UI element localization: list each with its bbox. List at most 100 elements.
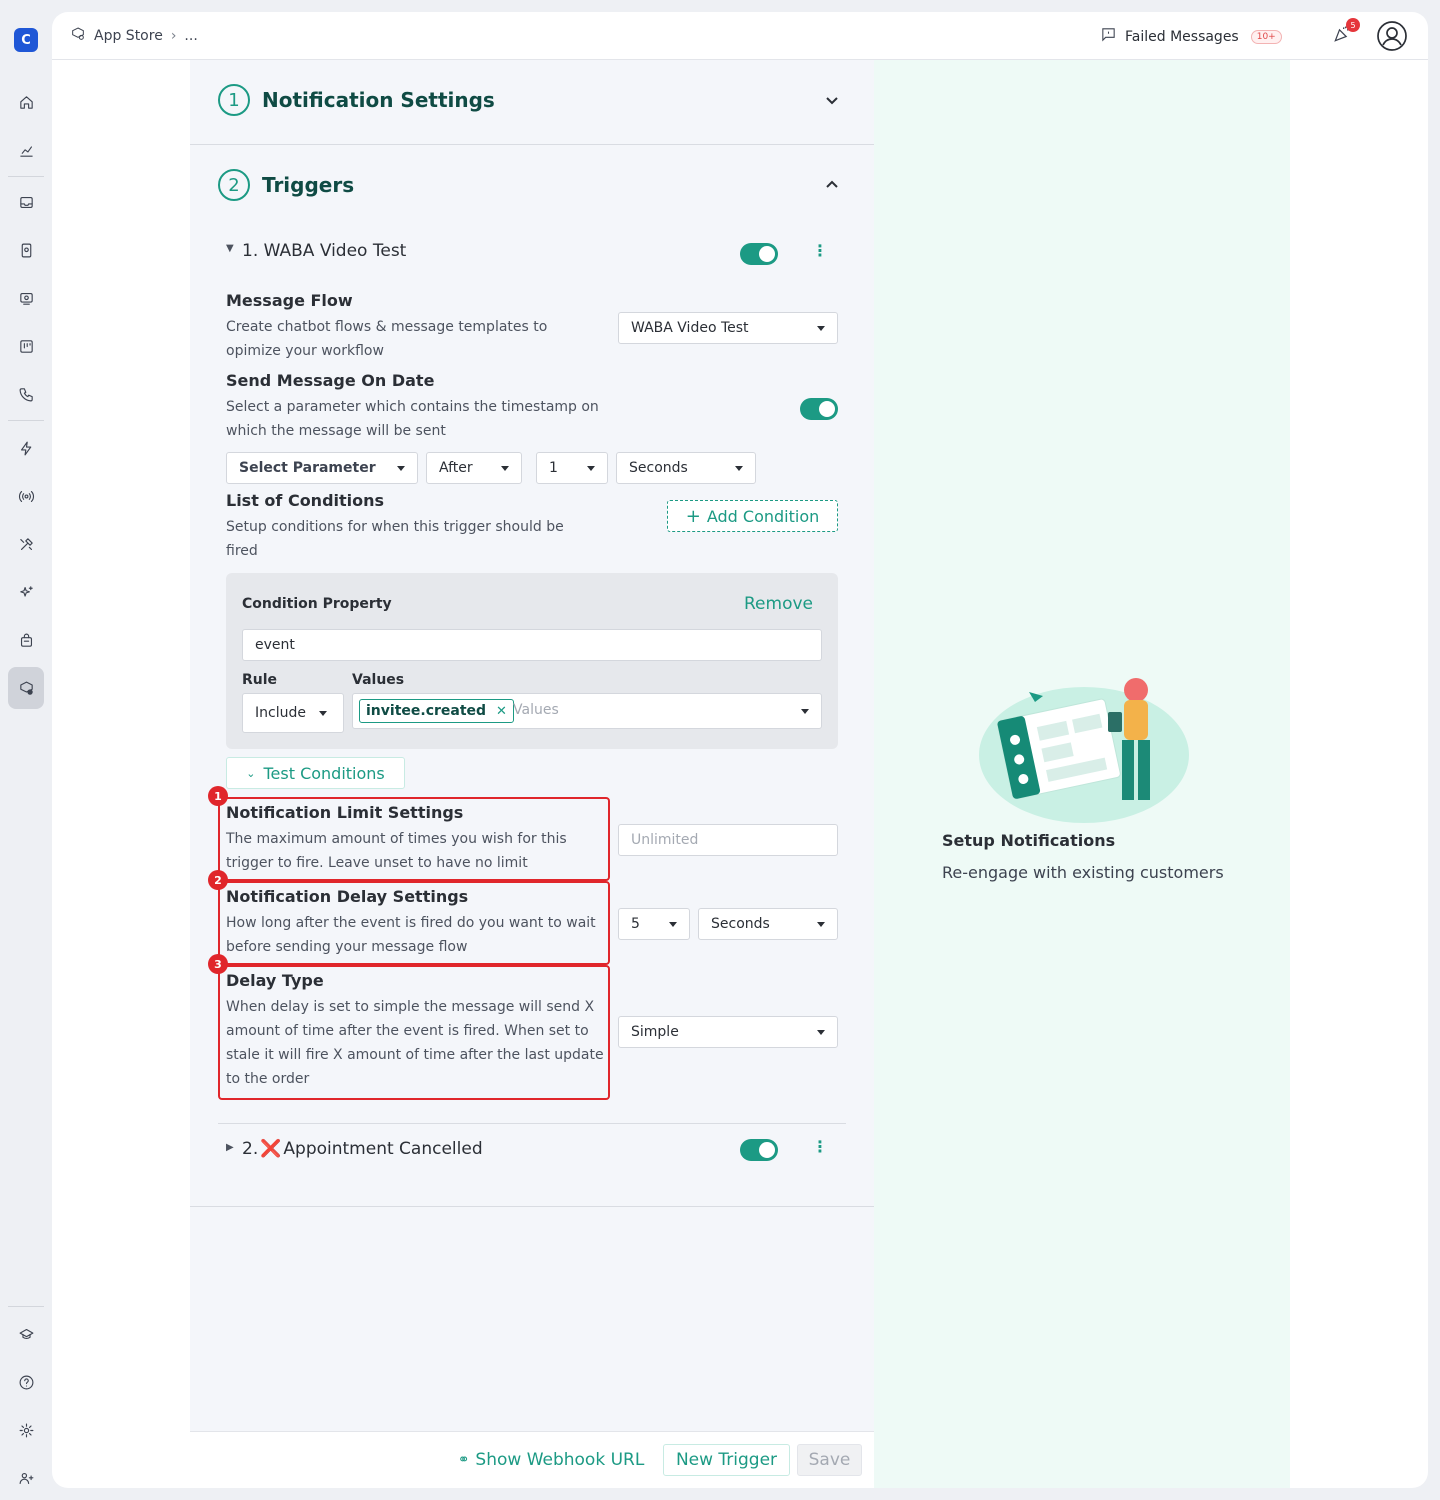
caret-down-icon — [501, 466, 509, 471]
contacts-icon[interactable] — [10, 234, 42, 266]
amount-dropdown[interactable]: 1 — [536, 452, 608, 484]
automation-icon[interactable] — [10, 432, 42, 464]
show-webhook-url-button[interactable]: ⚭ Show Webhook URL — [456, 1444, 646, 1476]
caret-down-icon — [735, 466, 743, 471]
setup-notifications-subtitle: Re-engage with existing customers — [942, 863, 1224, 882]
add-condition-button[interactable]: + Add Condition — [667, 500, 838, 532]
caret-down-icon — [319, 711, 327, 716]
ai-sparkle-icon[interactable] — [10, 576, 42, 608]
remove-condition-link[interactable]: Remove — [744, 594, 813, 614]
amount-value: 1 — [549, 460, 558, 476]
chevron-down-icon: ⌄ — [246, 766, 256, 780]
values-multiselect[interactable]: invitee.created ✕ Values — [352, 693, 822, 729]
message-flow-select[interactable]: WABA Video Test — [618, 312, 838, 344]
caret-down-icon[interactable]: ▼ — [226, 243, 234, 254]
trigger-1-toggle[interactable] — [740, 243, 778, 265]
trigger-2-title-row[interactable]: 2. ❌ Appointment Cancelled — [242, 1139, 483, 1159]
top-bar: App Store › ... Failed Messages 10+ 5 — [52, 12, 1428, 60]
announcements-button[interactable]: 5 — [1332, 18, 1360, 46]
failed-messages-label: Failed Messages — [1125, 28, 1239, 45]
send-on-date-toggle[interactable] — [800, 398, 838, 420]
settings-gear-icon[interactable] — [10, 1414, 42, 1446]
help-icon[interactable] — [10, 1366, 42, 1398]
test-conditions-button[interactable]: ⌄ Test Conditions — [226, 757, 405, 789]
setup-notifications-title: Setup Notifications — [942, 831, 1116, 850]
message-alert-icon — [1100, 26, 1117, 47]
delay-type-value: Simple — [631, 1024, 679, 1040]
tools-icon[interactable] — [10, 528, 42, 560]
triggers-section: 2 Triggers ▼ 1. WABA Video Test ⋮ Messag… — [190, 145, 874, 1207]
chevron-down-icon[interactable] — [824, 92, 840, 108]
trigger-1-more-icon[interactable]: ⋮ — [812, 241, 828, 260]
caret-down-icon — [801, 709, 809, 714]
app-store-icon[interactable] — [8, 667, 44, 709]
new-trigger-button[interactable]: New Trigger — [663, 1444, 790, 1476]
trigger-form-panel: 1 Notification Settings 2 Triggers ▼ 1. … — [190, 60, 874, 1488]
caret-right-icon[interactable]: ▶ — [226, 1142, 234, 1153]
team-icon[interactable] — [10, 1462, 42, 1494]
notification-count-badge: 5 — [1346, 18, 1360, 32]
user-avatar[interactable] — [1376, 20, 1408, 52]
left-sidebar: C — [0, 0, 52, 1500]
trigger-2-more-icon[interactable]: ⋮ — [812, 1137, 828, 1156]
value-tag[interactable]: invitee.created ✕ — [359, 699, 514, 723]
commerce-icon[interactable] — [10, 624, 42, 656]
app-shell: App Store › ... Failed Messages 10+ 5 1 … — [52, 12, 1428, 1488]
condition-property-input[interactable]: event — [242, 629, 822, 661]
delay-desc-1: How long after the event is fired do you… — [226, 915, 596, 931]
trigger-1-title[interactable]: 1. WABA Video Test — [242, 241, 406, 261]
board-icon[interactable] — [10, 330, 42, 362]
after-dropdown[interactable]: After — [426, 452, 522, 484]
trigger-2-prefix: 2. — [242, 1139, 259, 1159]
select-parameter-dropdown[interactable]: Select Parameter — [226, 452, 418, 484]
conditions-heading: List of Conditions — [226, 491, 385, 510]
chevron-right-icon: › — [170, 28, 177, 44]
limit-input[interactable]: Unlimited — [618, 824, 838, 856]
highlight-badge-3: 3 — [208, 954, 228, 974]
inbox-icon[interactable] — [10, 186, 42, 218]
unit-dropdown[interactable]: Seconds — [616, 452, 756, 484]
save-button[interactable]: Save — [797, 1444, 862, 1476]
send-on-date-heading: Send Message On Date — [226, 371, 435, 390]
breadcrumb-more[interactable]: ... — [184, 28, 197, 44]
add-condition-label: Add Condition — [706, 506, 820, 526]
values-label: Values — [352, 672, 405, 688]
highlight-badge-1: 1 — [208, 786, 228, 806]
rule-dropdown[interactable]: Include — [242, 693, 344, 733]
send-on-date-desc-1: Select a parameter which contains the ti… — [226, 399, 599, 415]
broadcast-icon[interactable] — [10, 282, 42, 314]
breadcrumb-app-store[interactable]: App Store — [94, 28, 163, 44]
academy-icon[interactable] — [10, 1318, 42, 1350]
close-icon[interactable]: ✕ — [496, 704, 507, 719]
form-footer: ⚭ Show Webhook URL New Trigger Save — [190, 1431, 874, 1488]
delay-unit-dropdown[interactable]: Seconds — [698, 908, 838, 940]
chevron-up-icon[interactable] — [824, 177, 840, 193]
limit-desc-1: The maximum amount of times you wish for… — [226, 831, 567, 847]
home-icon[interactable] — [10, 86, 42, 118]
delay-type-dropdown[interactable]: Simple — [618, 1016, 838, 1048]
save-label: Save — [808, 1450, 851, 1470]
delay-type-heading: Delay Type — [226, 971, 324, 990]
delay-type-desc-3: stale it will fire X amount of time afte… — [226, 1047, 604, 1063]
send-on-date-desc-2: which the message will be sent — [226, 423, 446, 439]
show-webhook-url-label: Show Webhook URL — [475, 1450, 645, 1470]
caret-down-icon — [587, 466, 595, 471]
condition-property-label: Condition Property — [242, 596, 392, 612]
trigger-2-toggle[interactable] — [740, 1139, 778, 1161]
conditions-desc-1: Setup conditions for when this trigger s… — [226, 519, 564, 535]
delay-amount-dropdown[interactable]: 5 — [618, 908, 690, 940]
app-store-crumb-icon — [70, 26, 86, 46]
app-logo[interactable]: C — [14, 28, 38, 52]
analytics-icon[interactable] — [10, 134, 42, 166]
signal-icon[interactable] — [10, 480, 42, 512]
notification-settings-section[interactable]: 1 Notification Settings — [190, 60, 874, 145]
step-1-badge: 1 — [218, 84, 250, 116]
phone-icon[interactable] — [10, 378, 42, 410]
step-2-badge: 2 — [218, 169, 250, 201]
trigger-2-title: Appointment Cancelled — [283, 1139, 483, 1159]
cross-mark-icon: ❌ — [260, 1139, 282, 1159]
delay-desc-2: before sending your message flow — [226, 939, 468, 955]
setup-notifications-illustration — [979, 678, 1189, 823]
rule-label: Rule — [242, 672, 278, 688]
failed-messages-button[interactable]: Failed Messages 10+ — [1100, 26, 1282, 47]
